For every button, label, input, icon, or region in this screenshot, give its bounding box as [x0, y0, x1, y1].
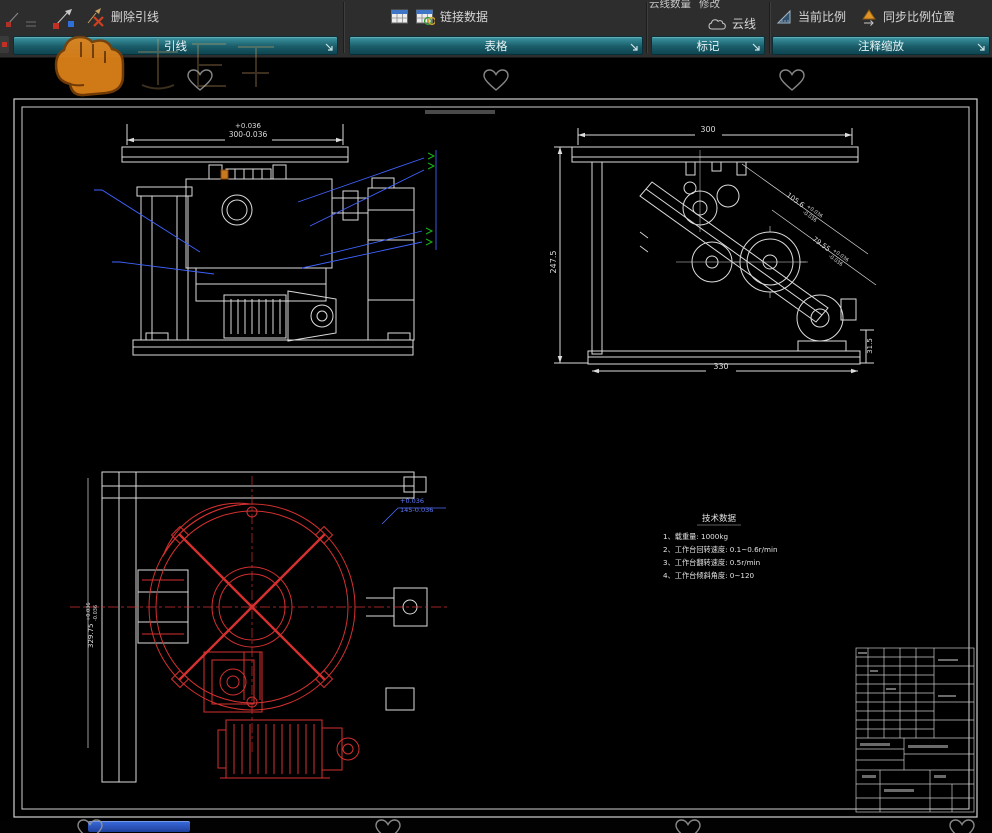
dimension-text: +0.036 — [235, 122, 261, 130]
toolbar-fragment-icon — [6, 12, 36, 27]
panel-table[interactable]: 表格 — [349, 36, 643, 55]
delete-leader-button[interactable]: 删除引线 — [84, 2, 159, 31]
panel-leader-label: 引线 — [164, 40, 187, 53]
svg-text:3、工作台翻转速度: 0.5r/min: 3、工作台翻转速度: 0.5r/min — [663, 558, 760, 567]
svg-text:2、工作台回转速度: 0.1~0.6r/min: 2、工作台回转速度: 0.1~0.6r/min — [663, 545, 778, 554]
link-data-icon — [416, 9, 435, 25]
panel-leader[interactable]: 引线 — [13, 36, 338, 55]
clipped-toolbar-fragment — [2, 2, 40, 31]
dimension-text: 31.5 — [866, 338, 874, 354]
ribbon-separator — [769, 2, 771, 53]
dimension-text: +0.036 — [400, 497, 424, 505]
panel-markup[interactable]: 标记 — [651, 36, 765, 55]
front-view — [121, 124, 415, 356]
ribbon-separator — [646, 2, 648, 53]
panel-launcher-icon[interactable] — [325, 43, 334, 52]
panel-markup-label: 标记 — [696, 40, 720, 53]
current-scale-button[interactable]: 当前比例 — [776, 2, 846, 31]
weld-symbols — [425, 152, 436, 246]
svg-text:105.6: 105.6 — [785, 191, 806, 210]
dimension-text: 330 — [713, 362, 728, 371]
heart-watermark — [77, 69, 975, 833]
panel-launcher-icon[interactable] — [977, 43, 986, 52]
panel-annotation-scaling-label: 注释缩放 — [858, 40, 904, 53]
panel-launcher-icon[interactable] — [752, 43, 761, 52]
panel-table-label: 表格 — [484, 40, 508, 53]
current-scale-label: 当前比例 — [798, 10, 847, 24]
multileader-tool-button[interactable] — [50, 2, 76, 31]
sync-scale-position-label: 同步比例位置 — [883, 10, 956, 24]
drawing-canvas[interactable]: +0.036 300-0.036 300 247.5 330 31.5 105.… — [0, 0, 992, 833]
tech-data-block: 技术数据 1、载重量: 1000kg 2、工作台回转速度: 0.1~0.6r/m… — [663, 513, 778, 580]
title-block — [855, 647, 975, 813]
svg-text:-0.036: -0.036 — [93, 605, 99, 621]
panel-annotation-scaling[interactable]: 注释缩放 — [772, 36, 990, 55]
revision-cloud-button[interactable]: 云线 — [708, 9, 756, 38]
link-data-button[interactable]: 链接数据 — [390, 2, 488, 31]
ribbon: 删除引线 链接数据 云线数量 修改 云线 当前比例 同步比例位置 引线 表格 标… — [0, 0, 992, 58]
svg-text:技术数据: 技术数据 — [702, 513, 737, 524]
sync-scale-icon — [862, 8, 876, 26]
svg-text:1、载重量: 1000kg: 1、载重量: 1000kg — [663, 532, 728, 541]
svg-text:329.75: 329.75 — [87, 624, 95, 649]
sheet-frame — [13, 98, 978, 818]
cloud-icon — [708, 18, 726, 29]
multileader-icon — [53, 8, 74, 29]
cloud-count-label[interactable]: 云线数量 — [649, 0, 691, 11]
diagonal-dimension: 79.55 +0.036 -0.036 — [811, 235, 850, 268]
dimension-text: 300 — [700, 125, 715, 134]
sync-scale-position-button[interactable]: 同步比例位置 — [860, 2, 955, 31]
table-icon — [391, 9, 408, 23]
panel-launcher-icon[interactable] — [630, 43, 639, 52]
cloud-label: 云线 — [732, 17, 757, 31]
svg-text:4、工作台倾斜角度: 0~120: 4、工作台倾斜角度: 0~120 — [663, 571, 755, 580]
ribbon-separator — [343, 2, 345, 53]
link-data-label: 链接数据 — [440, 10, 489, 24]
vertical-dimension: 329.75 +0.036 -0.036 — [86, 602, 99, 648]
dimension-text: 300-0.036 — [229, 130, 268, 139]
svg-text:79.55: 79.55 — [811, 235, 832, 253]
top-view-table — [142, 502, 360, 779]
dimension-text: 145-0.036 — [400, 506, 433, 514]
panel-stub — [0, 36, 9, 53]
delete-leader-label: 删除引线 — [111, 10, 160, 24]
dimension-text: 247.5 — [549, 251, 558, 274]
delete-leader-icon — [87, 7, 104, 27]
scale-ruler-icon — [776, 9, 791, 23]
svg-text:+0.036: +0.036 — [86, 602, 92, 621]
